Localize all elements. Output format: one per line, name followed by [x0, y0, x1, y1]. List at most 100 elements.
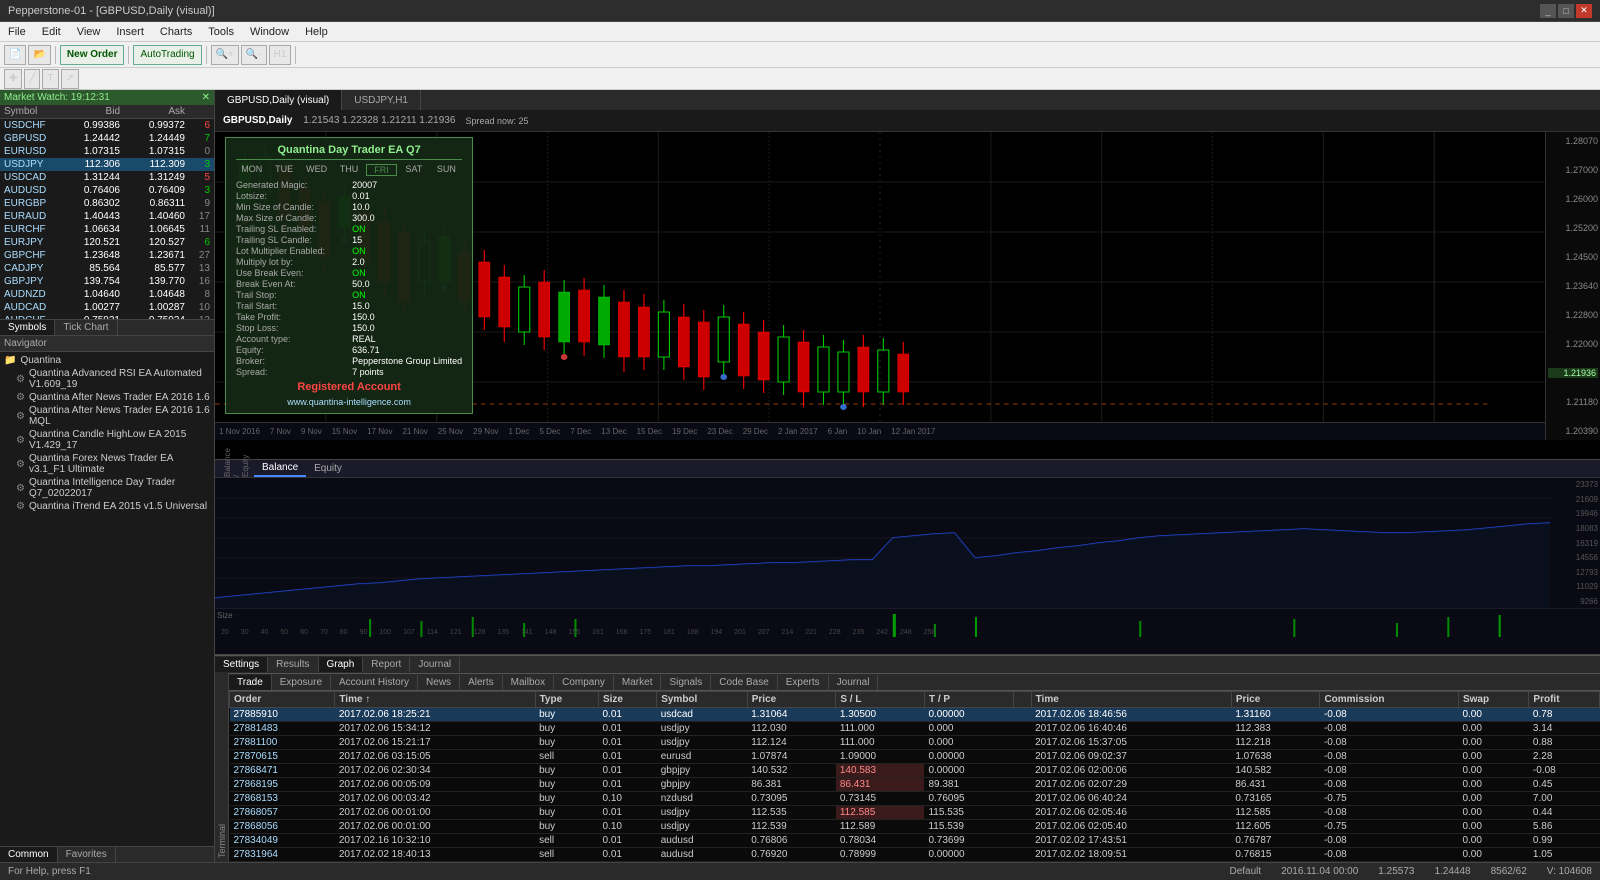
market-row[interactable]: GBPUSD 1.24442 1.24449 7: [0, 132, 214, 145]
terminal-side-tab[interactable]: Terminal: [215, 673, 229, 862]
toolbar-open[interactable]: 📂: [28, 45, 50, 65]
menu-insert[interactable]: Insert: [112, 26, 148, 38]
tab-exposure[interactable]: Exposure: [272, 675, 331, 690]
minimize-button[interactable]: _: [1540, 4, 1556, 18]
table-row[interactable]: 27881100 2017.02.06 15:21:17 buy 0.01 us…: [230, 736, 1600, 750]
table-row[interactable]: 27821919 2017.02.02 15:50:23 sell 0.01 e…: [230, 862, 1600, 863]
tab-journal2[interactable]: Journal: [829, 675, 879, 690]
menu-file[interactable]: File: [4, 26, 30, 38]
market-row[interactable]: AUDCAD 1.00277 1.00287 10: [0, 301, 214, 314]
td-order: 27870615: [230, 750, 335, 764]
market-row[interactable]: EURGBP 0.86302 0.86311 9: [0, 197, 214, 210]
table-row[interactable]: 27868153 2017.02.06 00:03:42 buy 0.10 nz…: [230, 792, 1600, 806]
th-time[interactable]: Time ↑: [335, 692, 535, 708]
tab-report[interactable]: Report: [363, 657, 410, 672]
td-empty: [1013, 862, 1031, 863]
toolbar2-arrow[interactable]: ↗: [61, 69, 79, 89]
mw-tab-tick[interactable]: Tick Chart: [55, 320, 117, 335]
tab-account-history[interactable]: Account History: [331, 675, 418, 690]
time-3: 9 Nov: [301, 427, 322, 436]
toolbar-new-file[interactable]: 📄: [4, 45, 26, 65]
close-button[interactable]: ✕: [1576, 4, 1592, 18]
market-row[interactable]: AUDUSD 0.76406 0.76409 3: [0, 184, 214, 197]
market-row[interactable]: USDCHF 0.99386 0.99372 6: [0, 119, 214, 132]
x-148: 148: [545, 629, 557, 636]
nav-item[interactable]: ⚙ Quantina Intelligence Day Trader Q7_02…: [0, 476, 214, 500]
market-row[interactable]: GBPJPY 139.754 139.770 16: [0, 275, 214, 288]
chart-tab-gbpusd[interactable]: GBPUSD,Daily (visual): [215, 90, 342, 110]
toolbar-period[interactable]: H1: [269, 45, 292, 65]
nav-item[interactable]: 📁 Quantina: [0, 354, 214, 367]
nav-item[interactable]: ⚙ Quantina After News Trader EA 2016 1.6…: [0, 404, 214, 428]
tab-company[interactable]: Company: [554, 675, 614, 690]
tab-market[interactable]: Market: [614, 675, 662, 690]
market-row[interactable]: EURAUD 1.40443 1.40460 17: [0, 210, 214, 223]
market-row[interactable]: GBPCHF 1.23648 1.23671 27: [0, 249, 214, 262]
table-row[interactable]: 27868195 2017.02.06 00:05:09 buy 0.01 gb…: [230, 778, 1600, 792]
chart-tab-usdjpy[interactable]: USDJPY,H1: [342, 90, 421, 110]
table-row[interactable]: 27831964 2017.02.02 18:40:13 sell 0.01 a…: [230, 848, 1600, 862]
table-row[interactable]: 27885910 2017.02.06 18:25:21 buy 0.01 us…: [230, 708, 1600, 722]
tab-graph[interactable]: Graph: [319, 657, 364, 672]
menu-charts[interactable]: Charts: [156, 26, 196, 38]
balance-y-7: 12793: [1552, 568, 1598, 577]
toolbar2-line[interactable]: ╱: [24, 69, 40, 89]
menu-view[interactable]: View: [73, 26, 105, 38]
chart-area[interactable]: Quantina Day Trader EA Q7 MON TUE WED TH…: [215, 132, 1600, 440]
market-row[interactable]: EURCHF 1.06634 1.06645 11: [0, 223, 214, 236]
tab-settings[interactable]: Settings: [215, 657, 268, 672]
tab-news[interactable]: News: [418, 675, 460, 690]
menu-edit[interactable]: Edit: [38, 26, 65, 38]
market-row[interactable]: USDCAD 1.31244 1.31249 5: [0, 171, 214, 184]
tab-signals[interactable]: Signals: [661, 675, 711, 690]
menu-tools[interactable]: Tools: [204, 26, 238, 38]
toolbar2: ✚ ╱ T ↗: [0, 68, 1600, 90]
market-row[interactable]: CADJPY 85.564 85.577 13: [0, 262, 214, 275]
balance-chart-area[interactable]: 23373 21609 19946 18083 16319 14556 1279…: [215, 478, 1600, 608]
table-row[interactable]: 27868057 2017.02.06 00:01:00 buy 0.01 us…: [230, 806, 1600, 820]
equity-tab[interactable]: Equity: [306, 461, 350, 476]
td-time2: 2017.02.02 18:09:51: [1031, 848, 1231, 862]
tab-trade[interactable]: Trade: [229, 675, 272, 690]
toolbar-zoom-in[interactable]: 🔍+: [211, 45, 239, 65]
tab-results[interactable]: Results: [268, 657, 318, 672]
market-watch-close[interactable]: ✕: [202, 92, 210, 103]
auto-trading-button[interactable]: AutoTrading: [133, 45, 201, 65]
tab-alerts[interactable]: Alerts: [460, 675, 503, 690]
table-row[interactable]: 27870615 2017.02.06 03:15:05 sell 0.01 e…: [230, 750, 1600, 764]
td-profit: 7.00: [1529, 792, 1600, 806]
maximize-button[interactable]: □: [1558, 4, 1574, 18]
market-row[interactable]: USDJPY 112.306 112.309 3: [0, 158, 214, 171]
tab-journal[interactable]: Journal: [410, 657, 460, 672]
nav-item[interactable]: ⚙ Quantina After News Trader EA 2016 1.6: [0, 391, 214, 404]
window-controls[interactable]: _ □ ✕: [1540, 4, 1592, 18]
menu-window[interactable]: Window: [246, 26, 293, 38]
mw-tab-symbols[interactable]: Symbols: [0, 320, 55, 335]
market-row[interactable]: EURUSD 1.07315 1.07315 0: [0, 145, 214, 158]
toolbar-zoom-out[interactable]: 🔍-: [241, 45, 267, 65]
table-row[interactable]: 27868471 2017.02.06 02:30:34 buy 0.01 gb…: [230, 764, 1600, 778]
table-row[interactable]: 27881483 2017.02.06 15:34:12 buy 0.01 us…: [230, 722, 1600, 736]
nav-tab-favorites[interactable]: Favorites: [58, 847, 116, 862]
balance-tab[interactable]: Balance: [254, 460, 306, 477]
bid-price: 0.99386: [55, 120, 120, 131]
nav-item[interactable]: ⚙ Quantina iTrend EA 2015 v1.5 Universal: [0, 500, 214, 513]
toolbar2-crosshair[interactable]: ✚: [4, 69, 22, 89]
nav-item[interactable]: ⚙ Quantina Forex News Trader EA v3.1_F1 …: [0, 452, 214, 476]
table-row[interactable]: 27868056 2017.02.06 00:01:00 buy 0.10 us…: [230, 820, 1600, 834]
td-time2: 2017.02.06 09:02:37: [1031, 750, 1231, 764]
market-row[interactable]: AUDNZD 1.04640 1.04648 8: [0, 288, 214, 301]
market-row[interactable]: EURJPY 120.521 120.527 6: [0, 236, 214, 249]
market-row[interactable]: AUDCHF 0.75921 0.75934 13: [0, 314, 214, 319]
nav-item[interactable]: ⚙ Quantina Candle HighLow EA 2015 V1.429…: [0, 428, 214, 452]
nav-tab-common[interactable]: Common: [0, 847, 58, 862]
nav-item[interactable]: ⚙ Quantina Advanced RSI EA Automated V1.…: [0, 367, 214, 391]
tab-codebase[interactable]: Code Base: [711, 675, 777, 690]
new-order-button[interactable]: New Order: [60, 45, 125, 65]
toolbar2-text[interactable]: T: [42, 69, 58, 89]
menu-help[interactable]: Help: [301, 26, 332, 38]
tab-mailbox[interactable]: Mailbox: [503, 675, 554, 690]
table-row[interactable]: 27834049 2017.02.16 10:32:10 sell 0.01 a…: [230, 834, 1600, 848]
tab-experts[interactable]: Experts: [778, 675, 829, 690]
trade-table-container[interactable]: Order Time ↑ Type Size Symbol Price S / …: [229, 691, 1600, 862]
